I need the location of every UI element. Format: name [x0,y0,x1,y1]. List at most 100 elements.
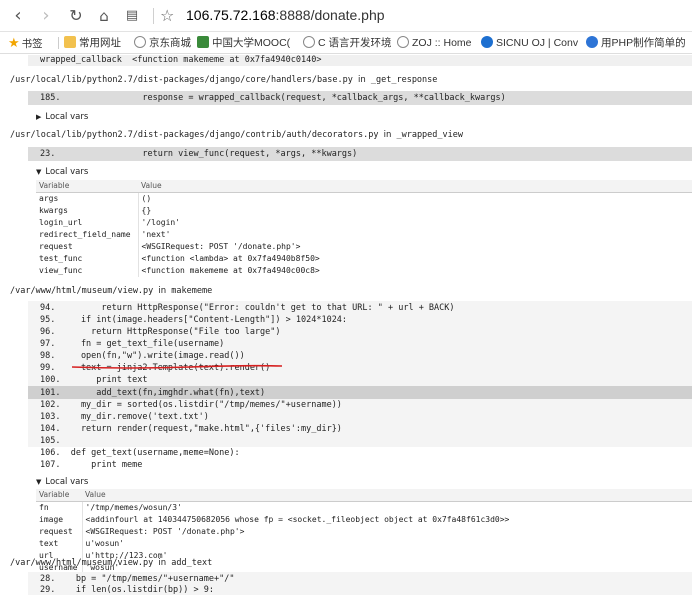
current-code-line: 101. add_text(fn,imghdr.what(fn),text) [40,388,266,398]
reading-mode-icon[interactable]: ▤ [120,5,144,27]
vars-header-row: Variable Value [36,180,692,193]
frame-func: add_text [171,558,213,568]
var-value: 'next' [141,230,171,239]
bookmark-label: 常用网址 [79,37,121,49]
var-name: redirect_field_name [36,229,139,241]
local-vars-label: Local vars [45,167,89,177]
table-row: kwargs{} [36,205,692,217]
bookmark-label: 京东商城 [149,37,191,49]
frame-1-filename: /usr/local/lib/python2.7/dist-packages/d… [10,75,437,85]
table-row: request <WSGIRequest: POST '/donate.php'> [36,526,692,538]
address-bar[interactable]: 106.75.72.168:8888/donate.php [186,7,385,23]
traceback-content: wrapped_callback <function makememe at 0… [0,55,692,595]
back-icon[interactable]: ‹ [6,5,30,27]
var-value: <function makememe at 0x7fa4940c00c8> [141,266,320,275]
code-line: 100. print text [40,375,148,385]
frame-2-local-vars-toggle[interactable]: ▼ Local vars [36,167,88,177]
var-value: <WSGIRequest: POST '/donate.php'> [141,242,301,251]
table-row: test_func <function <lambda> at 0x7fa4940… [36,253,692,265]
vars-header-variable: Variable [36,180,138,193]
frame-4-filename: /var/www/html/museum/view.py in add_text [10,558,212,568]
table-row: redirect_field_name'next' [36,229,692,241]
bookmark-item-zoj[interactable]: ZOJ :: Home [397,35,472,51]
vars-header-value: Value [138,180,692,193]
top-line-text: wrapped_callback <function makememe at 0… [40,55,322,65]
code-line: 95. if int(image.headers["Content-Length… [40,315,348,325]
reload-icon[interactable]: ↻ [64,5,88,27]
frame-file: /usr/local/lib/python2.7/dist-packages/d… [10,130,379,140]
code-line: 28. bp = "/tmp/memes/"+username+"/" [40,574,235,584]
frame-2-filename: /usr/local/lib/python2.7/dist-packages/d… [10,130,463,140]
shield-icon [481,36,493,48]
code-line: 103. my_dir.remove('text.txt') [40,412,209,422]
bookmark-label: C 语言开发环境 [318,37,392,49]
code-line: 107. print meme [40,460,143,470]
triangle-down-icon: ▼ [36,478,42,486]
bookmark-star-icon[interactable]: ☆ [160,5,174,27]
bookmark-label: SICNU OJ | Conv [496,37,579,49]
var-name: fn [36,501,83,514]
bookmark-label: 中国大学MOOC( [212,37,291,49]
code-line: 96. return HttpResponse("File too large"… [40,327,281,337]
url-host: 106.75.72.168 [186,7,276,23]
var-value: '/tmp/memes/wosun/3' [85,503,182,512]
table-row: login_url '/login' [36,217,692,229]
frame-func: _get_response [370,75,438,85]
bookmark-label: 书签 [21,38,43,50]
frame-file: /var/www/html/museum/view.py [10,558,154,568]
var-value: <addinfourl at 140344750682056 whose fp … [85,515,510,524]
table-row: request <WSGIRequest: POST '/donate.php'> [36,241,692,253]
frame-in: in [358,75,366,85]
bookmark-label: 用PHP制作简单的 [601,37,686,49]
table-row: view_func <function makememe at 0x7fa4940… [36,265,692,277]
var-value: <WSGIRequest: POST '/donate.php'> [85,527,245,536]
url-path: :8888/donate.php [275,7,385,23]
var-name: request [36,241,139,253]
code-line: 106. def get_text(username,meme=None): [40,448,240,458]
browser-toolbar: ‹ › ↻ ⌂ ▤ ☆ 106.75.72.168:8888/donate.ph… [0,0,692,32]
var-name: args [36,192,139,205]
var-name: image [36,514,83,526]
var-name: test_func [36,253,139,265]
bookmarks-bar: ★ 书签 常用网址 京东商城 中国大学MOOC( C 语言开发环境 ZOJ :: … [0,32,692,54]
frame-file: /var/www/html/museum/view.py [10,286,154,296]
bookmark-item-mooc[interactable]: 中国大学MOOC( [197,35,290,51]
var-name: text [36,538,83,550]
code-line: 102. my_dir = sorted(os.listdir("/tmp/me… [40,400,342,410]
flag-icon [197,36,209,48]
var-name: login_url [36,217,139,229]
local-vars-label: Local vars [45,477,89,487]
frame-1-local-vars-toggle[interactable]: ▶ Local vars [36,112,88,122]
bookmark-item-php[interactable]: 用PHP制作简单的 [586,35,686,51]
bookmark-item-c-env[interactable]: C 语言开发环境 [303,35,392,51]
var-name: request [36,526,83,538]
bookmark-label: ZOJ :: Home [412,37,472,49]
table-row: args() [36,192,692,205]
triangle-down-icon: ▼ [36,168,42,176]
bookmark-item-common[interactable]: 常用网址 [64,35,121,51]
table-row: fn '/tmp/memes/wosun/3' [36,501,692,514]
globe-icon [303,36,315,48]
code-line: 104. return render(request,"make.html",{… [40,424,342,434]
frame-2-context-line: 23. return view_func(request, *args, **k… [40,149,358,159]
forward-icon[interactable]: › [34,5,58,27]
code-line: 94. return HttpResponse("Error: couldn't… [40,303,455,313]
frame-2-vars-table: Variable Value args() kwargs{} login_url… [36,180,692,277]
frame-3-local-vars-toggle[interactable]: ▼ Local vars [36,477,88,487]
code-line: 98. open(fn,"w").write(image.read()) [40,351,245,361]
home-icon[interactable]: ⌂ [92,5,116,27]
bookmark-item-bookmarks[interactable]: ★ 书签 [8,35,43,52]
code-line: 29. if len(os.listdir(bp)) > 9: [40,585,214,595]
code-line: 97. fn = get_text_file(username) [40,339,225,349]
table-row: text u'wosun' [36,538,692,550]
local-vars-label: Local vars [45,112,89,122]
bookmark-item-jd[interactable]: 京东商城 [134,35,191,51]
frame-func: makememe [171,286,213,296]
var-value: <function <lambda> at 0x7fa4940b8f50> [141,254,320,263]
frame-in: in [383,130,392,140]
frame-3-filename: /var/www/html/museum/view.py in makememe [10,286,212,296]
bookmark-item-sicnu[interactable]: SICNU OJ | Conv [481,35,578,51]
red-annotation-underline [71,364,283,369]
var-name: view_func [36,265,139,277]
address-separator [153,8,154,24]
